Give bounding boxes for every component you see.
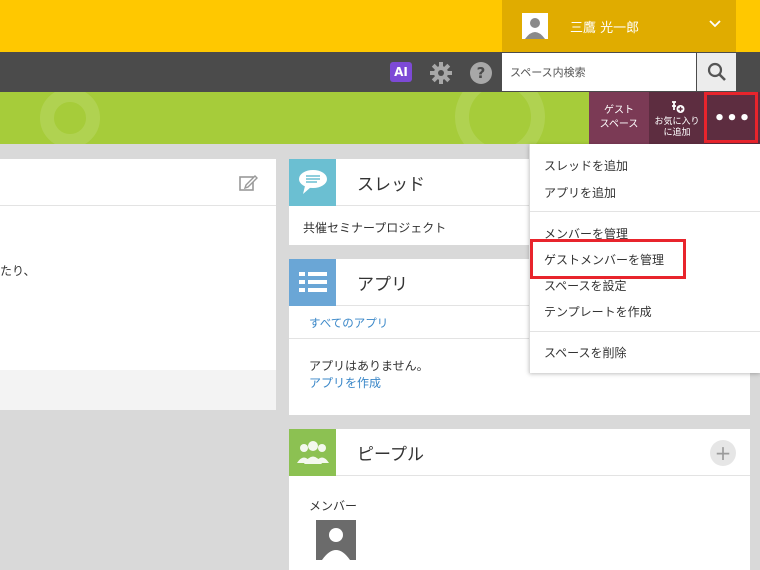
guest-space-label-line1: ゲスト: [604, 105, 634, 116]
people-card: ピープル + メンバー: [289, 428, 750, 570]
user-avatar: [522, 13, 548, 39]
chevron-down-icon: [709, 20, 721, 28]
search-button[interactable]: [697, 53, 736, 91]
people-icon: [296, 441, 329, 464]
people-icon-box: [289, 428, 336, 476]
pin-plus-icon: [672, 101, 685, 113]
ai-icon[interactable]: AI: [390, 62, 412, 82]
space-body-card: たり、: [0, 159, 276, 410]
list-icon: [298, 272, 327, 292]
add-member-button[interactable]: +: [710, 440, 736, 466]
user-name: 三鷹 光一郎: [570, 20, 640, 36]
user-icon: [322, 528, 350, 560]
help-icon[interactable]: ?: [470, 62, 492, 84]
app-icon-box: [289, 258, 336, 306]
guest-space-label-line2: スペース: [599, 119, 639, 130]
gear-icon[interactable]: [430, 62, 452, 84]
menu-item-add-thread[interactable]: スレッドを追加: [544, 157, 628, 174]
highlight-box: [530, 239, 686, 279]
people-card-header: ピープル +: [289, 428, 750, 476]
app-card-title: アプリ: [357, 274, 408, 295]
thread-card-title: スレッド: [357, 174, 425, 195]
space-body-text: たり、: [0, 264, 36, 278]
space-body-footer: [0, 370, 276, 410]
decor-circle: [455, 92, 545, 144]
add-favorite-button[interactable]: お気に入り に追加: [649, 92, 705, 144]
favorite-label-line1: お気に入り: [654, 117, 700, 127]
people-card-title: ピープル: [357, 444, 424, 465]
menu-item-add-app[interactable]: アプリを追加: [544, 184, 616, 201]
menu-item-delete-space[interactable]: スペースを削除: [544, 344, 627, 361]
create-app-link[interactable]: アプリを作成: [289, 374, 750, 391]
menu-item-create-template[interactable]: テンプレートを作成: [544, 303, 652, 320]
thread-icon-box: [289, 158, 336, 206]
member-avatar[interactable]: [316, 520, 356, 560]
highlight-box: [704, 92, 758, 143]
speech-bubble-icon: [298, 170, 327, 194]
menu-divider: [530, 211, 760, 212]
guest-space-button[interactable]: ゲスト スペース: [589, 92, 649, 144]
favorite-label-line2: に追加: [663, 128, 691, 138]
members-label: メンバー: [309, 499, 358, 513]
user-menu[interactable]: 三鷹 光一郎: [502, 0, 736, 52]
edit-icon[interactable]: [238, 173, 258, 193]
space-body-header: [0, 159, 276, 206]
decor-circle: [40, 92, 100, 144]
menu-item-space-settings[interactable]: スペースを設定: [544, 277, 627, 294]
menu-divider: [530, 331, 760, 332]
search-icon: [707, 62, 726, 81]
space-search-input[interactable]: [502, 53, 696, 91]
